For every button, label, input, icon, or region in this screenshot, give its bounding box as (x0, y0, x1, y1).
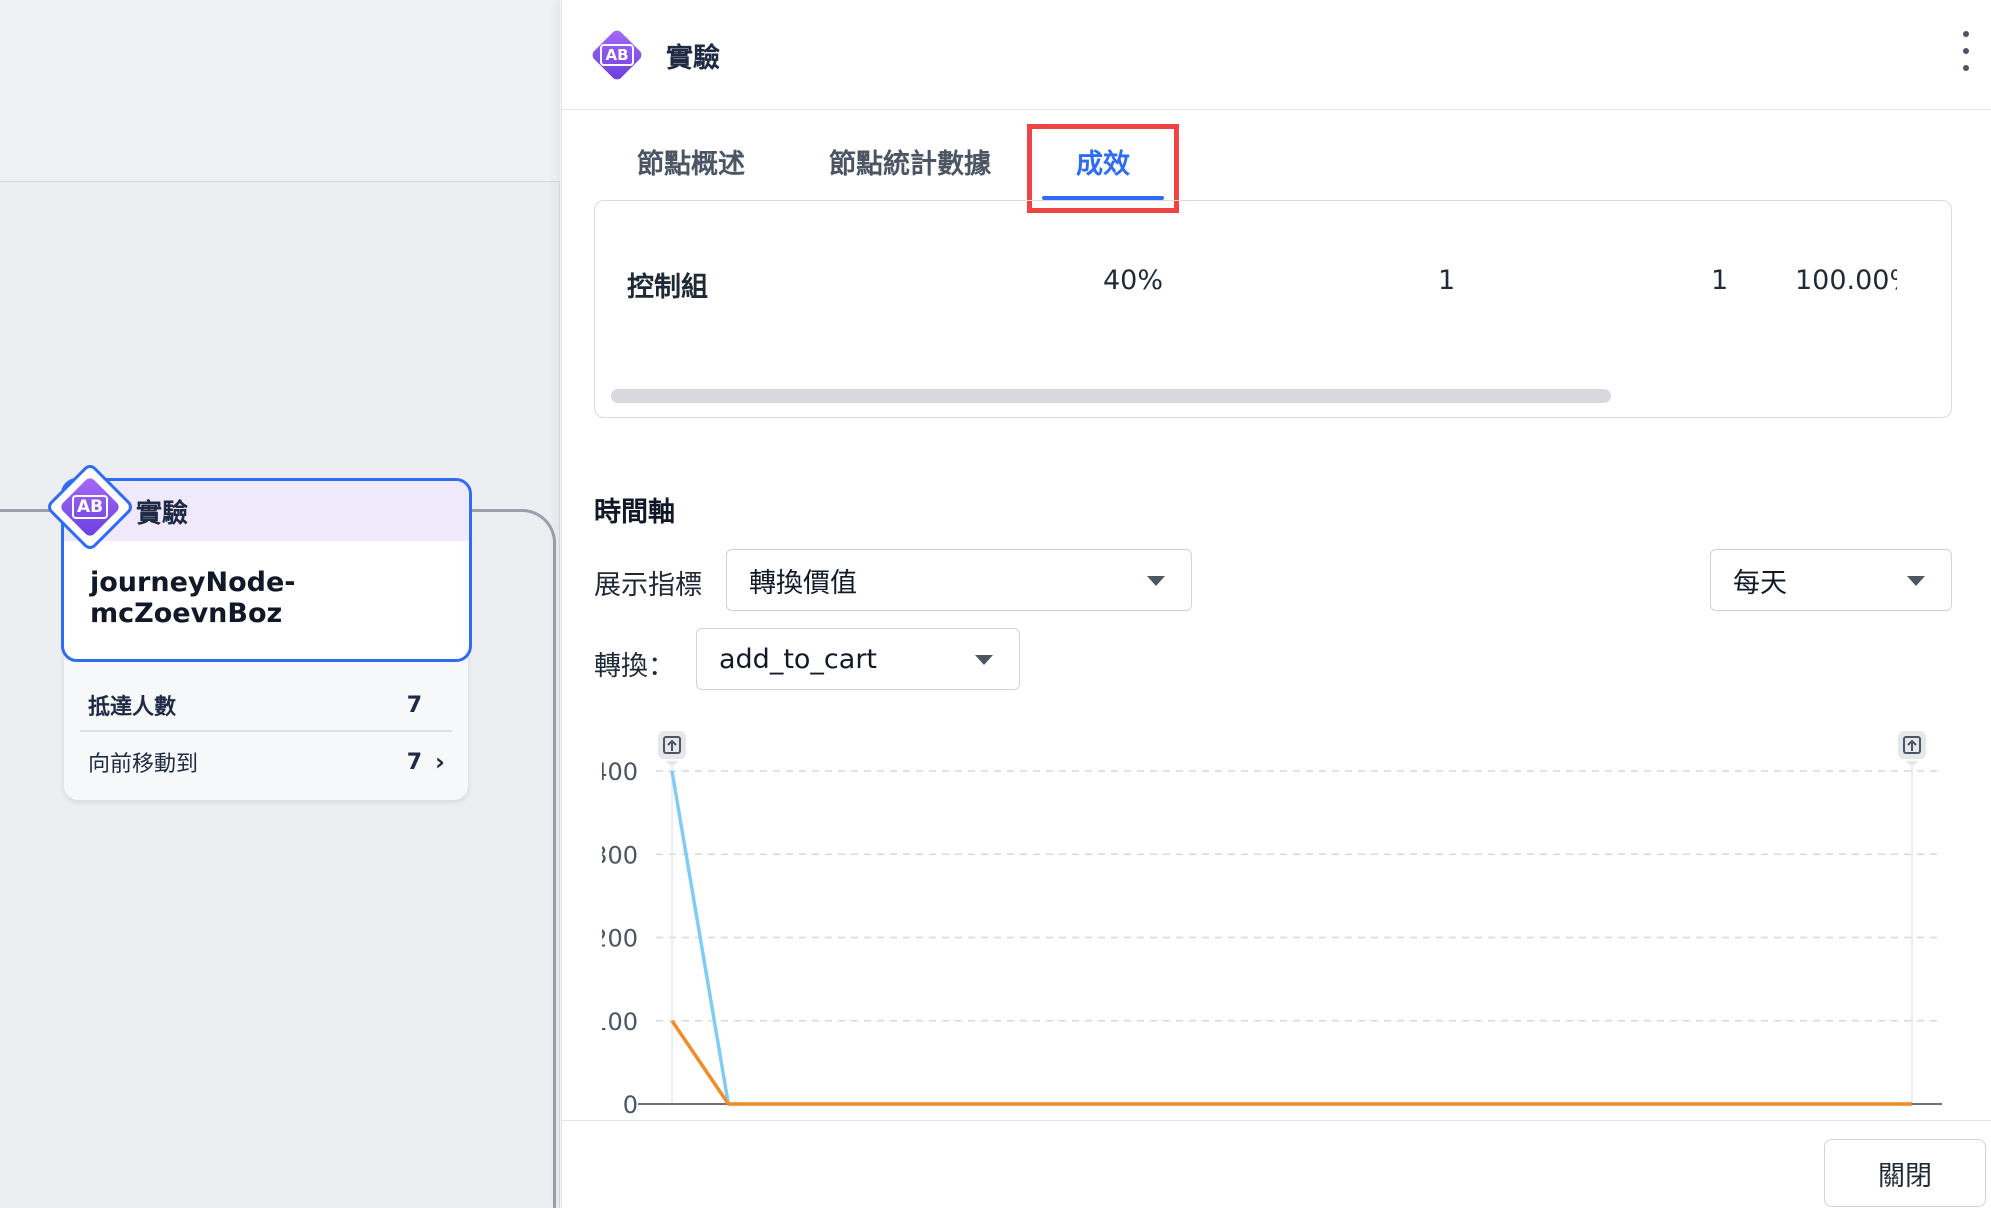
allocation-cell: 40% (1103, 265, 1164, 296)
node-stats-card: 抵達人數 7 向前移動到 7 › (64, 640, 468, 800)
stat-value: 7 (406, 749, 422, 775)
caret-down-icon (1907, 576, 1925, 586)
rate-cell: 100.00% (1795, 265, 1897, 296)
count-cell: 1 (1438, 265, 1456, 296)
tab-node-statistics[interactable]: 節點統計數據 (802, 120, 1018, 202)
panel-header: AB 實驗 (562, 0, 1991, 110)
metric-label: 展示指標 (594, 570, 702, 601)
ab-test-icon: AB (590, 28, 644, 82)
conversion-select[interactable]: add_to_cart (696, 628, 1020, 690)
panel-footer: 關閉 (562, 1120, 1991, 1208)
y-tick-label: 0 (623, 1091, 638, 1119)
stat-label: 抵達人數 (88, 695, 177, 720)
stat-moved-forward[interactable]: 向前移動到 7 › (80, 736, 452, 788)
upload-marker-icon (658, 731, 686, 767)
results-table: 控制組 40% 1 1 100.00% (594, 200, 1952, 418)
metric-select[interactable]: 轉換價值 (726, 549, 1192, 611)
y-tick-label: 300 (602, 841, 638, 869)
metric-select-value: 轉換價值 (749, 567, 857, 599)
stat-arrivals: 抵達人數 7 (80, 680, 452, 732)
period-select[interactable]: 每天 (1710, 549, 1952, 611)
timeline-chart: 0 100 200 300 400 (602, 731, 1942, 1119)
timeline-title: 時間軸 (594, 497, 675, 528)
chevron-right-icon[interactable]: › (428, 748, 452, 776)
horizontal-scrollbar[interactable] (611, 389, 1611, 403)
node-type-label: 實驗 (136, 498, 189, 529)
period-select-value: 每天 (1733, 567, 1787, 599)
badge-text: AB (600, 44, 634, 66)
conversion-label: 轉換： (594, 651, 675, 682)
tab-node-overview[interactable]: 節點概述 (596, 120, 786, 202)
stat-label: 向前移動到 (88, 752, 199, 777)
count-cell: 1 (1711, 265, 1729, 296)
badge-text: AB (71, 495, 109, 519)
node-name: journeyNode-mcZoevnBoz (90, 567, 296, 629)
journey-canvas[interactable]: 抵達人數 7 向前移動到 7 › 實驗 journeyNode-mcZoevnB… (0, 0, 560, 1208)
upload-marker-icon (1898, 731, 1926, 767)
node-detail-panel: AB 實驗 節點概述 節點統計數據 成效 控制組 40% 1 1 100.00%… (561, 0, 1991, 1208)
more-options-icon[interactable] (1952, 26, 1980, 76)
close-button[interactable]: 關閉 (1824, 1139, 1986, 1207)
y-tick-label: 100 (602, 1008, 638, 1036)
outgoing-connector (470, 509, 556, 1208)
series-line-1 (670, 1019, 1912, 1106)
caret-down-icon (975, 655, 993, 665)
conversion-select-value: add_to_cart (719, 643, 878, 675)
caret-down-icon (1147, 576, 1165, 586)
panel-title: 實驗 (666, 43, 720, 74)
stat-value: 7 (406, 692, 422, 718)
canvas-toolbar-area (0, 0, 560, 182)
group-name-cell: 控制組 (627, 272, 708, 303)
y-tick-label: 200 (602, 925, 638, 953)
y-tick-label: 400 (602, 758, 638, 786)
ab-test-icon: AB (58, 475, 122, 539)
